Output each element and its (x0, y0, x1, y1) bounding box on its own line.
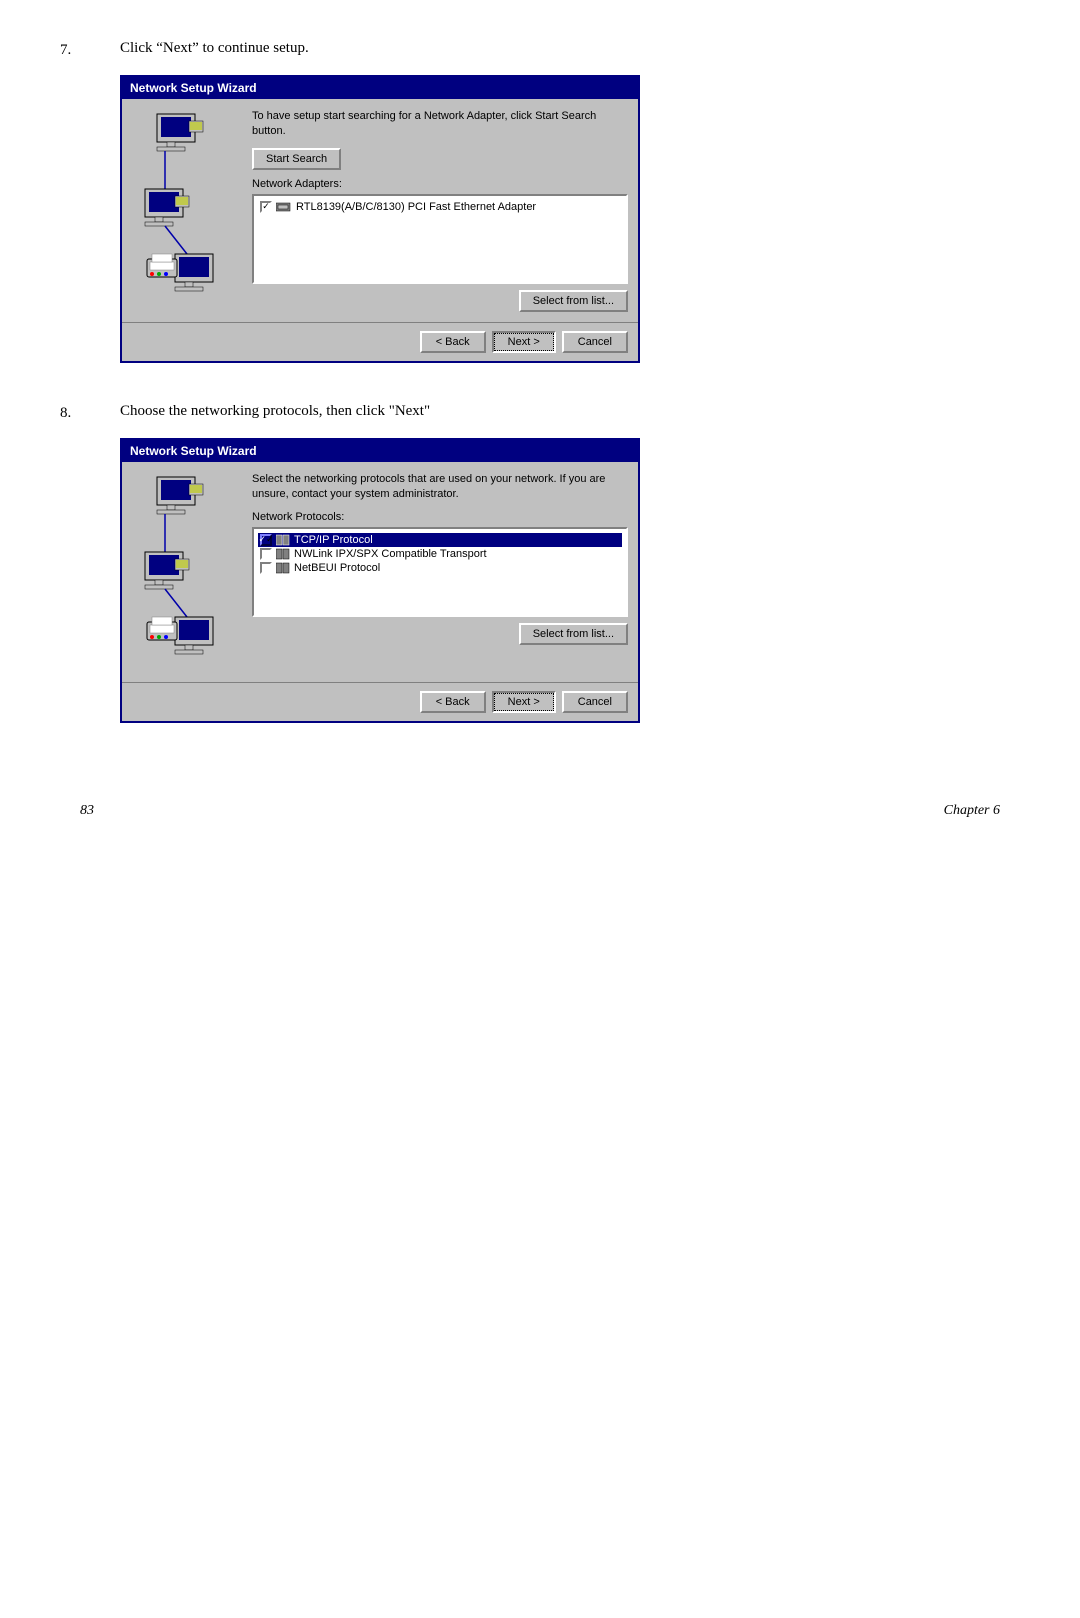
wizard-window-2: Network Setup Wizard (120, 438, 640, 723)
tcpip-icon (276, 534, 290, 546)
nwlink-icon (276, 548, 290, 560)
cancel-button-2[interactable]: Cancel (562, 691, 628, 713)
wizard-title-1: Network Setup Wizard (130, 81, 257, 95)
wizard-body-1: To have setup start searching for a Netw… (122, 99, 638, 322)
select-from-list-button-2[interactable]: Select from list... (519, 623, 628, 645)
wizard-footer-2: < Back Next > Cancel (122, 682, 638, 721)
wizard-description-2: Select the networking protocols that are… (252, 472, 628, 503)
wizard-title-2: Network Setup Wizard (130, 444, 257, 458)
adapter-item: RTL8139(A/B/C/8130) PCI Fast Ethernet Ad… (258, 200, 622, 214)
next-button-2[interactable]: Next > (492, 691, 556, 713)
adapter-list: RTL8139(A/B/C/8130) PCI Fast Ethernet Ad… (252, 194, 628, 284)
wizard-footer-1: < Back Next > Cancel (122, 322, 638, 361)
protocols-label: Network Protocols: (252, 511, 628, 523)
protocol-checkbox-netbeui[interactable] (260, 562, 272, 574)
wizard-description-1: To have setup start searching for a Netw… (252, 109, 628, 140)
network-illustration-1 (137, 109, 237, 309)
step-7-text: Click “Next” to continue setup. (120, 40, 640, 57)
page-number: 83 (80, 803, 94, 819)
netbeui-icon (276, 562, 290, 574)
step-7: 7. Click “Next” to continue setup. Netwo… (60, 40, 1020, 363)
protocol-item-tcpip: ✓ TCP/IP Protocol (258, 533, 622, 547)
protocol-name-netbeui: NetBEUI Protocol (294, 562, 380, 574)
adapter-name: RTL8139(A/B/C/8130) PCI Fast Ethernet Ad… (296, 201, 536, 213)
back-button-2[interactable]: < Back (420, 691, 486, 713)
cancel-button-1[interactable]: Cancel (562, 331, 628, 353)
wizard-content-1: To have setup start searching for a Netw… (252, 109, 628, 312)
wizard-titlebar-1: Network Setup Wizard (122, 77, 638, 99)
protocols-list: ✓ TCP/IP Protocol (252, 527, 628, 617)
select-from-list-button-1[interactable]: Select from list... (519, 290, 628, 312)
step-8-number: 8. (60, 403, 120, 422)
protocol-name-tcpip: TCP/IP Protocol (294, 534, 373, 546)
wizard-body-2: Select the networking protocols that are… (122, 462, 638, 682)
protocol-item-nwlink: NWLink IPX/SPX Compatible Transport (258, 547, 622, 561)
step-8-text: Choose the networking protocols, then cl… (120, 403, 640, 420)
network-adapter-icon (276, 201, 292, 213)
back-button-1[interactable]: < Back (420, 331, 486, 353)
step-8: 8. Choose the networking protocols, then… (60, 403, 1020, 723)
protocol-name-nwlink: NWLink IPX/SPX Compatible Transport (294, 548, 487, 560)
step-7-number: 7. (60, 40, 120, 59)
page-footer: 83 Chapter 6 (60, 803, 1020, 819)
wizard-titlebar-2: Network Setup Wizard (122, 440, 638, 462)
wizard-illustration-2 (132, 472, 242, 672)
protocol-checkbox-nwlink[interactable] (260, 548, 272, 560)
wizard-illustration-1 (132, 109, 242, 312)
wizard-window-1: Network Setup Wizard (120, 75, 640, 363)
chapter-label: Chapter 6 (944, 803, 1000, 819)
wizard-content-2: Select the networking protocols that are… (252, 472, 628, 672)
start-search-button[interactable]: Start Search (252, 148, 341, 170)
next-button-1[interactable]: Next > (492, 331, 556, 353)
protocol-checkbox-tcpip[interactable]: ✓ (260, 534, 272, 546)
protocol-item-netbeui: NetBEUI Protocol (258, 561, 622, 575)
adapters-label: Network Adapters: (252, 178, 628, 190)
adapter-checkbox[interactable] (260, 201, 272, 213)
network-illustration-2 (137, 472, 237, 672)
